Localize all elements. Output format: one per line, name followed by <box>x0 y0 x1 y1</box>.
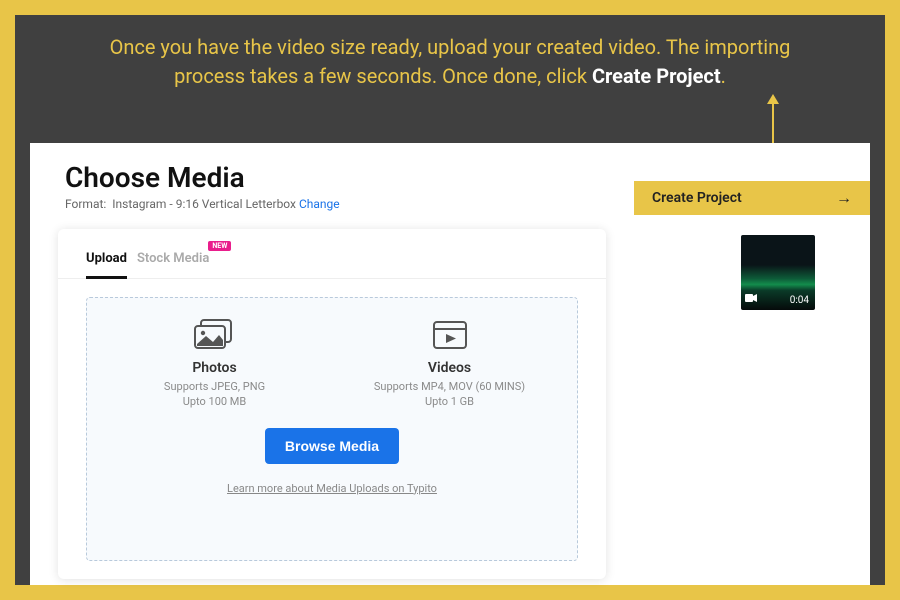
tab-upload-label: Upload <box>86 251 127 266</box>
browse-media-button[interactable]: Browse Media <box>265 428 399 464</box>
upload-types: Photos Supports JPEG, PNG Upto 100 MB <box>97 318 567 410</box>
videos-title: Videos <box>332 360 567 376</box>
tabs-row: Upload Stock Media NEW <box>58 229 606 279</box>
video-camera-icon <box>745 293 757 306</box>
photos-column: Photos Supports JPEG, PNG Upto 100 MB <box>97 318 332 410</box>
create-project-label: Create Project <box>652 190 742 206</box>
photos-icon <box>193 318 237 352</box>
photos-sub2: Upto 100 MB <box>97 394 332 409</box>
arrow-right-icon: → <box>836 188 852 208</box>
instruction-text: Once you have the video size ready, uplo… <box>15 15 885 101</box>
app-surface: Choose Media Format: Instagram - 9:16 Ve… <box>30 143 870 585</box>
format-line: Format: Instagram - 9:16 Vertical Letter… <box>65 197 340 211</box>
learn-more-link[interactable]: Learn more about Media Uploads on Typito <box>227 482 437 495</box>
tab-stock-media[interactable]: Stock Media NEW <box>137 251 209 278</box>
photos-title: Photos <box>97 360 332 376</box>
photos-sub1: Supports JPEG, PNG <box>97 379 332 394</box>
videos-icon <box>428 318 472 352</box>
new-badge: NEW <box>208 241 231 251</box>
instruction-emphasis: Create Project <box>592 64 721 88</box>
tutorial-frame: Once you have the video size ready, uplo… <box>15 15 885 585</box>
instruction-part2: . <box>721 64 726 88</box>
videos-sub1: Supports MP4, MOV (60 MINS) <box>332 379 567 394</box>
videos-sub2: Upto 1 GB <box>332 394 567 409</box>
video-thumbnail[interactable]: 0:04 <box>741 235 815 310</box>
page-title: Choose Media <box>65 161 245 194</box>
media-card: Upload Stock Media NEW <box>58 229 606 579</box>
videos-column: Videos Supports MP4, MOV (60 MINS) Upto … <box>332 318 567 410</box>
page-heading: Choose Media <box>65 161 245 194</box>
format-label: Format: <box>65 197 106 211</box>
upload-dropzone[interactable]: Photos Supports JPEG, PNG Upto 100 MB <box>86 297 578 561</box>
thumbnail-duration: 0:04 <box>790 295 809 306</box>
tab-upload[interactable]: Upload <box>86 251 127 278</box>
format-value: Instagram - 9:16 Vertical Letterbox <box>112 197 296 211</box>
tab-stock-label: Stock Media <box>137 251 209 266</box>
create-project-button[interactable]: Create Project → <box>634 181 870 215</box>
change-format-link[interactable]: Change <box>299 197 340 211</box>
